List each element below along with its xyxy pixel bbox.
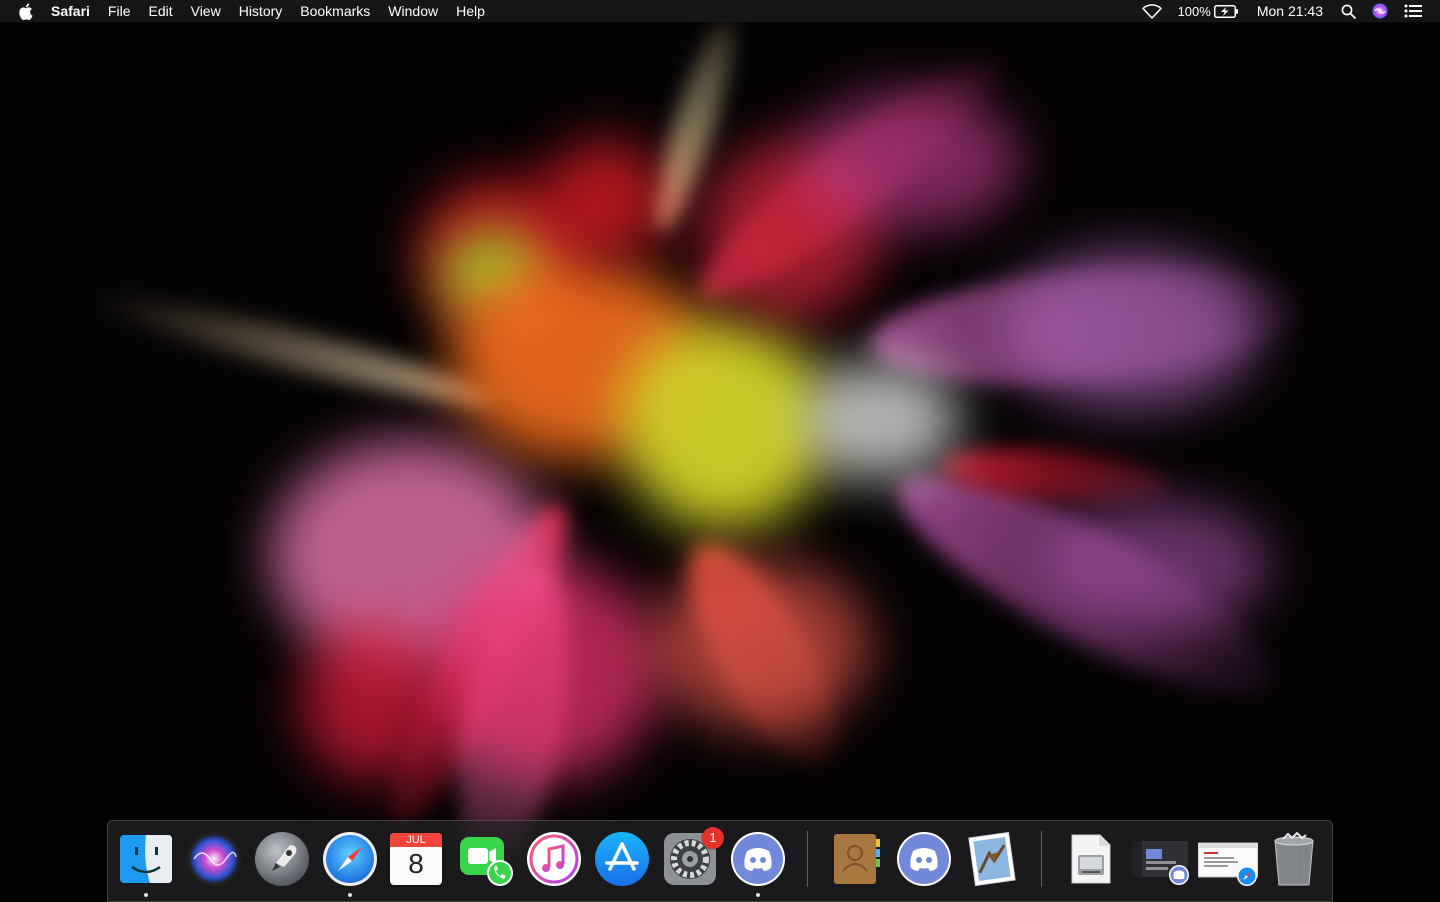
dock: JUL 8 1 xyxy=(107,820,1333,902)
trash-icon xyxy=(1266,831,1322,887)
menu-window[interactable]: Window xyxy=(379,0,447,22)
desktop-wallpaper xyxy=(0,0,1440,900)
battery-percent: 100% xyxy=(1177,3,1211,19)
calendar-day: 8 xyxy=(408,848,424,879)
dock-safari-window[interactable] xyxy=(1196,829,1259,889)
calendar-icon: JUL 8 xyxy=(390,833,442,885)
menu-bookmarks[interactable]: Bookmarks xyxy=(291,0,379,22)
menu-help[interactable]: Help xyxy=(447,0,494,22)
dock-trash[interactable] xyxy=(1264,829,1324,889)
spotlight-search-icon[interactable] xyxy=(1333,0,1364,22)
menu-history[interactable]: History xyxy=(230,0,292,22)
dock-finder[interactable] xyxy=(116,829,176,897)
running-indicator xyxy=(756,893,760,897)
dock-launchpad[interactable] xyxy=(252,829,312,889)
menu-bar-left: Safari File Edit View History Bookmarks … xyxy=(18,0,494,22)
discord-icon xyxy=(896,831,952,887)
system-preferences-icon: 1 xyxy=(662,827,724,887)
dock-facetime[interactable] xyxy=(456,829,516,889)
notification-badge: 1 xyxy=(702,827,724,849)
apple-menu-icon[interactable] xyxy=(18,2,34,20)
menu-clock[interactable]: Mon 21:43 xyxy=(1247,0,1333,22)
dock-discord-window[interactable] xyxy=(1128,829,1189,889)
siri-menu-icon[interactable] xyxy=(1364,0,1396,22)
battery-status[interactable]: 100% xyxy=(1170,0,1247,22)
dock-calendar[interactable]: JUL 8 xyxy=(388,829,448,889)
menu-bar-status: 100% Mon 21:43 xyxy=(1134,0,1430,22)
menu-view[interactable]: View xyxy=(182,0,230,22)
dock-system-preferences[interactable]: 1 xyxy=(660,827,724,889)
dock-disk-image[interactable] xyxy=(1060,829,1120,889)
discord-icon xyxy=(730,831,786,887)
dock-itunes[interactable] xyxy=(524,829,584,889)
dock-safari[interactable] xyxy=(320,829,380,897)
menu-edit[interactable]: Edit xyxy=(139,0,181,22)
disk-image-icon xyxy=(1062,831,1118,887)
dock-app-store[interactable] xyxy=(592,829,652,889)
window-thumbnail-icon xyxy=(1197,831,1259,887)
window-thumbnail-icon xyxy=(1130,831,1189,887)
dock-contacts[interactable] xyxy=(826,829,886,889)
notification-center-icon[interactable] xyxy=(1396,0,1430,22)
running-indicator xyxy=(348,893,352,897)
running-indicator xyxy=(144,893,148,897)
dock-discord[interactable] xyxy=(728,829,788,897)
dock-separator xyxy=(1041,831,1042,887)
safari-icon xyxy=(322,831,378,887)
dock-mail[interactable] xyxy=(962,829,1022,889)
launchpad-icon xyxy=(254,831,310,887)
calendar-month: JUL xyxy=(390,833,442,847)
dock-separator xyxy=(807,831,808,887)
app-store-icon xyxy=(594,831,650,887)
siri-icon xyxy=(186,831,242,887)
menu-file[interactable]: File xyxy=(99,0,140,22)
dock-siri[interactable] xyxy=(184,829,244,889)
facetime-icon xyxy=(458,831,514,887)
mail-icon xyxy=(964,831,1020,887)
wifi-icon[interactable] xyxy=(1134,0,1170,22)
battery-charging-icon xyxy=(1213,4,1239,18)
finder-icon xyxy=(118,831,174,887)
itunes-icon xyxy=(526,831,582,887)
contacts-icon xyxy=(828,831,884,887)
dock-discord-2[interactable] xyxy=(894,829,954,889)
menu-bar: Safari File Edit View History Bookmarks … xyxy=(0,0,1440,22)
menu-app-safari[interactable]: Safari xyxy=(42,0,99,22)
